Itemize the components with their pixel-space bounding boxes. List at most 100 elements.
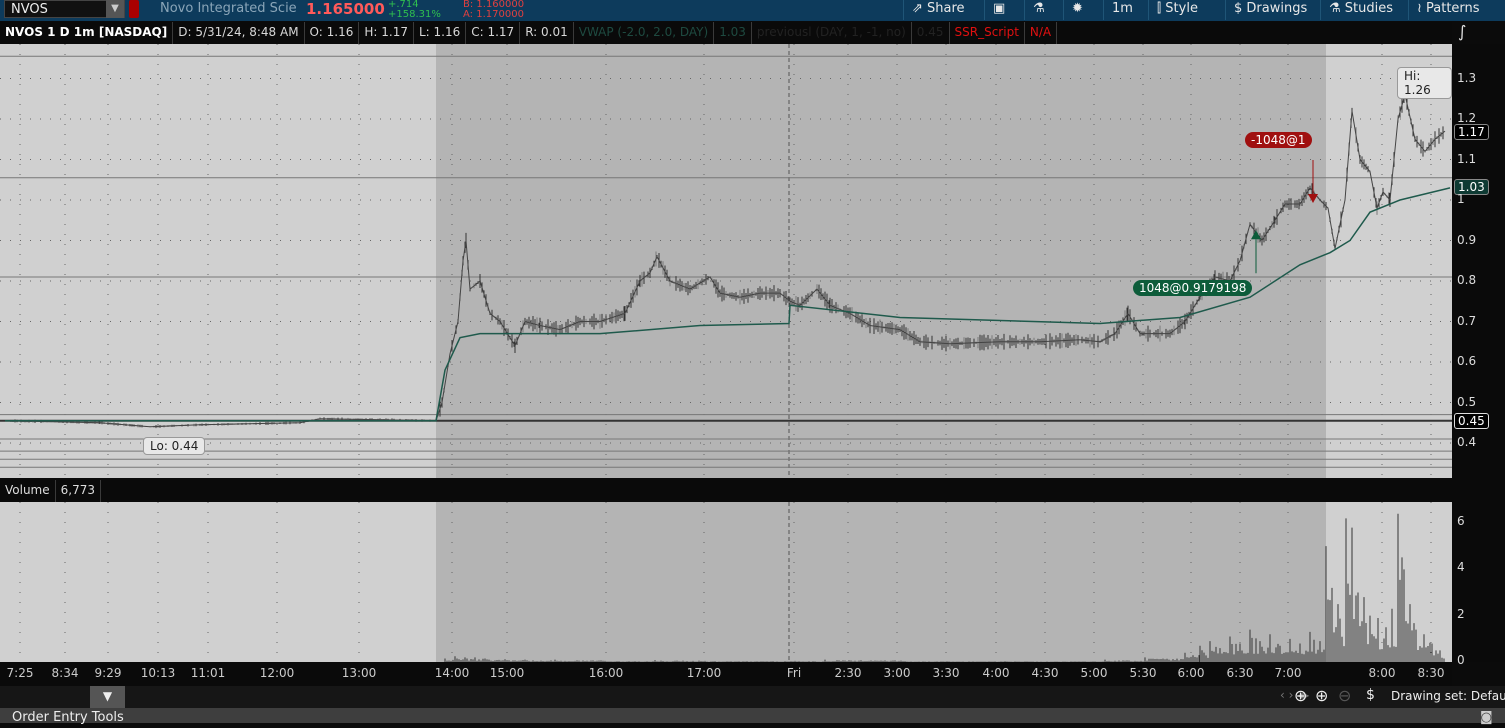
patterns-button[interactable]: ≀ Patterns: [1408, 0, 1488, 20]
drawings-label: Drawings: [1246, 1, 1308, 16]
drawing-dollar-icon[interactable]: $: [1366, 687, 1375, 703]
time-tick: 4:30: [1031, 666, 1059, 680]
time-tick: 8:00: [1368, 666, 1396, 680]
top-toolbar: NVOS ▼ Novo Integrated Scie 1.165000 +.7…: [0, 0, 1505, 21]
volume-chart[interactable]: [0, 502, 1452, 662]
studies-label: Studies: [1344, 1, 1394, 16]
drawing-set[interactable]: Drawing set: Default: [1391, 689, 1505, 703]
time-tick: 8:34: [51, 666, 79, 680]
previous-close-tag: 0.45: [1454, 413, 1489, 429]
time-tick: 12:00: [259, 666, 295, 680]
time-tick: 5:00: [1080, 666, 1108, 680]
time-tick: 2:30: [834, 666, 862, 680]
price-tick: 1: [1457, 192, 1465, 206]
previous-study-label[interactable]: previousl (DAY, 1, -1, no): [752, 22, 912, 44]
time-tick: 3:00: [883, 666, 911, 680]
bid-ask: B: 1.160000 A: 1.170000: [463, 0, 524, 20]
extended-hours-shade: [436, 502, 1326, 662]
volume-tick: 4: [1457, 560, 1465, 575]
timeframe-button[interactable]: 1m: [1103, 0, 1146, 20]
net-change: +.714 +158.31%: [388, 0, 441, 20]
change-percent: +158.31%: [388, 9, 441, 20]
time-tick: 5:30: [1129, 666, 1157, 680]
volume-label[interactable]: Volume: [0, 480, 56, 502]
bar-date: D: 5/31/24, 8:48 AM: [173, 22, 305, 44]
time-axis[interactable]: 7:25 8:34 9:29 10:13 11:01 12:00 13:00 14:00 15:…: [0, 662, 1452, 686]
time-tick: 17:00: [686, 666, 722, 680]
zoom-out-icon[interactable]: ⊖: [1338, 686, 1351, 705]
time-tick: 16:00: [588, 666, 624, 680]
volume-tick: 6: [1457, 514, 1465, 528]
time-tick: 7:00: [1274, 666, 1302, 680]
flask-icon: ⚗: [1033, 1, 1045, 16]
ssr-study-value: N/A: [1025, 22, 1058, 44]
chart-settings-icon[interactable]: ∫: [1458, 22, 1466, 41]
time-tick: 8:30: [1417, 666, 1445, 680]
camera-icon[interactable]: ◙: [1480, 708, 1493, 728]
extended-hours-shade: [436, 44, 1326, 478]
bar-open: O: 1.16: [305, 22, 360, 44]
price-tick: 0.8: [1457, 273, 1477, 287]
patterns-icon: ≀: [1417, 1, 1427, 16]
symbol-dropdown-icon[interactable]: ▼: [106, 0, 124, 18]
flask-button[interactable]: ⚗: [1024, 0, 1053, 20]
time-tick: 7:25: [6, 666, 34, 680]
alert-icon[interactable]: [129, 0, 139, 18]
vwap-study-value: 1.03: [714, 22, 752, 44]
vwap-study-label[interactable]: VWAP (-2.0, 2.0, DAY): [574, 22, 715, 44]
last-price: 1.165000: [306, 0, 385, 18]
volume-tick: 2: [1457, 606, 1465, 621]
style-button[interactable]: ⫿ Style: [1148, 0, 1206, 20]
ssr-study-label[interactable]: SSR_Script: [950, 22, 1025, 44]
last-price-tag: 1.17: [1454, 124, 1489, 140]
time-tick: Fri: [786, 666, 802, 680]
price-tick: 0.4: [1457, 435, 1477, 449]
volume-header: Volume 6,773: [0, 480, 1452, 502]
style-label: Style: [1165, 1, 1198, 16]
studies-button[interactable]: ⚗ Studies: [1320, 0, 1401, 20]
bar-close: C: 1.17: [466, 22, 521, 44]
bar-low: L: 1.16: [414, 22, 467, 44]
share-button[interactable]: ⇗ Share: [903, 0, 973, 20]
time-tick: 13:00: [341, 666, 377, 680]
zoom-in-icon[interactable]: ⊕: [1315, 686, 1328, 705]
order-entry-tools-header[interactable]: Order Entry Tools ◙: [0, 708, 1505, 725]
volume-plot: [19, 502, 1445, 662]
volume-tick: 0: [1457, 653, 1465, 667]
drawings-button[interactable]: $ Drawings: [1225, 0, 1315, 20]
time-tick: 14:00: [434, 666, 470, 680]
sell-trade-label[interactable]: -1048@1: [1245, 132, 1312, 148]
company-name: Novo Integrated Scie: [160, 1, 297, 16]
high-label: Hi: 1.26: [1397, 67, 1452, 99]
low-label: Lo: 0.44: [143, 437, 206, 455]
chart-title: NVOS 1 D 1m [NASDAQ]: [0, 22, 174, 44]
expand-panel-icon[interactable]: ▼: [90, 686, 125, 708]
patterns-label: Patterns: [1426, 1, 1480, 16]
chart-info-bar: NVOS 1 D 1m [NASDAQ] D: 5/31/24, 8:48 AM…: [0, 22, 1452, 44]
bar-high: H: 1.17: [359, 22, 414, 44]
price-plot: [0, 44, 1452, 478]
time-tick: 9:29: [94, 666, 122, 680]
share-icon: ⇗: [912, 1, 928, 16]
ask: A: 1.170000: [463, 9, 524, 20]
previous-study-value: 0.45: [912, 22, 950, 44]
price-tick: 1.3: [1457, 70, 1477, 85]
price-chart[interactable]: Lo: 0.44 Hi: 1.26 1048@0.9179198 -1048@1: [0, 44, 1452, 478]
price-tick: 0.6: [1457, 354, 1477, 368]
time-tick: 10:13: [140, 666, 176, 680]
notes-button[interactable]: ▣: [984, 0, 1013, 20]
notes-icon: ▣: [993, 1, 1006, 16]
buy-trade-label[interactable]: 1048@0.9179198: [1133, 280, 1253, 296]
time-tick: 15:00: [489, 666, 525, 680]
time-tick: 3:30: [932, 666, 960, 680]
share-label: Share: [927, 1, 965, 16]
price-tick: 1.2: [1457, 111, 1477, 125]
settings-button[interactable]: ✹: [1063, 0, 1091, 20]
price-tick: 0.7: [1457, 313, 1477, 328]
crosshair-icon[interactable]: ⊕: [1294, 686, 1307, 705]
time-tick: 6:00: [1177, 666, 1205, 680]
chart-scrollbar[interactable]: ▼ ‹ › ◂▸ ⊕ ⊕ ⊖ $ Drawing set: Default: [0, 686, 1505, 708]
bar-range: R: 0.01: [520, 22, 574, 44]
flask-icon: ⚗: [1329, 1, 1345, 16]
gear-icon: ✹: [1072, 1, 1083, 16]
